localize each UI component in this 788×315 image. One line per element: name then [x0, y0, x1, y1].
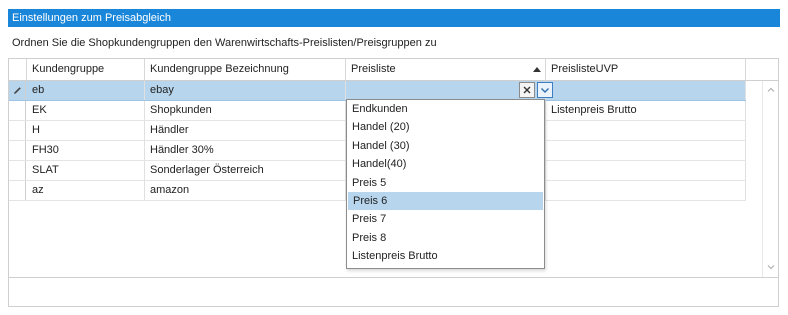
- column-header-preisliste-label: Preisliste: [351, 63, 396, 75]
- dropdown-list: Endkunden Handel (20) Handel (30) Handel(40…: [347, 100, 544, 266]
- cell-kundengruppe[interactable]: EK: [27, 101, 145, 120]
- row-indicator[interactable]: [9, 141, 26, 160]
- grid-footer: [8, 278, 779, 307]
- panel-title: Einstellungen zum Preisabgleich: [8, 9, 780, 27]
- cell-bezeichnung[interactable]: ebay: [145, 81, 346, 100]
- chevron-down-icon[interactable]: [766, 262, 776, 272]
- column-header-preisliste[interactable]: Preisliste: [346, 59, 546, 80]
- chevron-up-icon[interactable]: [766, 85, 776, 95]
- preisliste-dropdown[interactable]: Endkunden Handel (20) Handel (30) Handel(40…: [346, 99, 545, 269]
- cell-kundengruppe[interactable]: eb: [27, 81, 145, 100]
- column-header-kundengruppe[interactable]: Kundengruppe: [27, 59, 145, 80]
- clear-button[interactable]: [519, 82, 535, 98]
- cell-kundengruppe[interactable]: SLAT: [27, 161, 145, 180]
- cell-preislisteuvp[interactable]: [546, 181, 746, 200]
- cell-bezeichnung[interactable]: Sonderlager Österreich: [145, 161, 346, 180]
- table-row[interactable]: eb ebay: [9, 81, 746, 101]
- dropdown-toggle-button[interactable]: [537, 82, 553, 98]
- chevron-down-icon: [541, 88, 549, 93]
- cell-preisliste[interactable]: [346, 81, 546, 100]
- dropdown-option[interactable]: Preis 6: [348, 191, 543, 211]
- row-indicator[interactable]: [9, 101, 26, 120]
- dropdown-option[interactable]: Listenpreis Brutto: [347, 247, 544, 265]
- instruction-text: Ordnen Sie die Shopkundengruppen den War…: [12, 37, 437, 49]
- column-header-preislisteuvp[interactable]: PreislisteUVP: [546, 59, 746, 80]
- dropdown-option[interactable]: Preis 5: [347, 174, 544, 192]
- cell-preislisteuvp[interactable]: [546, 81, 746, 100]
- row-indicator[interactable]: [9, 161, 26, 180]
- row-indicator[interactable]: [9, 181, 26, 200]
- cell-bezeichnung[interactable]: Händler: [145, 121, 346, 140]
- cell-preislisteuvp[interactable]: [546, 161, 746, 180]
- dropdown-option[interactable]: Handel (20): [347, 118, 544, 136]
- cell-preislisteuvp[interactable]: Listenpreis Brutto: [546, 101, 746, 120]
- cell-kundengruppe[interactable]: az: [27, 181, 145, 200]
- sort-ascending-icon: [533, 67, 541, 72]
- cell-bezeichnung[interactable]: amazon: [145, 181, 346, 200]
- cell-kundengruppe[interactable]: FH30: [27, 141, 145, 160]
- vertical-scrollbar[interactable]: [762, 81, 778, 277]
- dropdown-option[interactable]: Preis 7: [347, 210, 544, 228]
- cell-kundengruppe[interactable]: H: [27, 121, 145, 140]
- cell-preislisteuvp[interactable]: [546, 141, 746, 160]
- dropdown-option[interactable]: Endkunden: [347, 100, 544, 118]
- row-indicator[interactable]: [9, 121, 26, 140]
- cell-bezeichnung[interactable]: Shopkunden: [145, 101, 346, 120]
- grid-header: Kundengruppe Kundengruppe Bezeichnung Pr…: [9, 59, 778, 81]
- column-header-bezeichnung[interactable]: Kundengruppe Bezeichnung: [145, 59, 346, 80]
- close-icon: [523, 86, 531, 94]
- cell-bezeichnung[interactable]: Händler 30%: [145, 141, 346, 160]
- dropdown-option[interactable]: Handel (30): [347, 137, 544, 155]
- cell-preislisteuvp[interactable]: [546, 121, 746, 140]
- pencil-icon: [14, 87, 21, 94]
- dropdown-option[interactable]: Handel(40): [347, 155, 544, 173]
- row-header-corner: [9, 59, 27, 80]
- dropdown-option[interactable]: Preis 8: [347, 229, 544, 247]
- row-indicator[interactable]: [9, 81, 26, 100]
